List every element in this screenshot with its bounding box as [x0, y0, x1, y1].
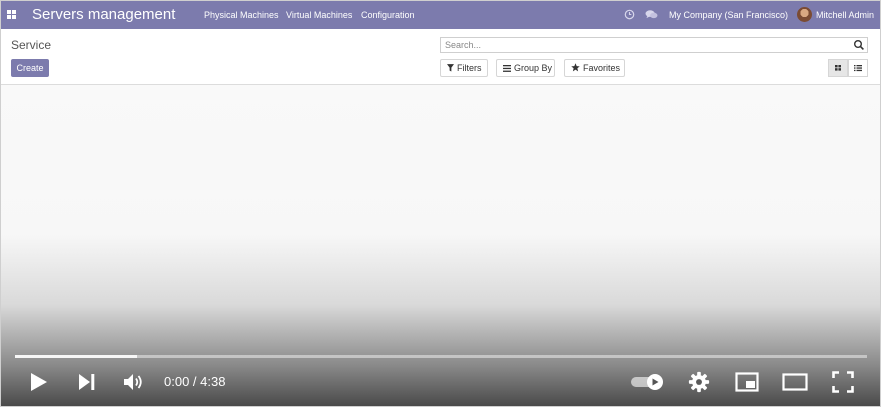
- menu-virtual-machines[interactable]: Virtual Machines: [286, 10, 352, 20]
- filter-icon: [447, 64, 454, 72]
- app-title: Servers management: [32, 6, 176, 23]
- activity-clock-icon[interactable]: [624, 9, 635, 20]
- favorites-button[interactable]: Favorites: [564, 59, 625, 77]
- kanban-grid-icon: [835, 65, 841, 71]
- video-current-time: 0:00: [164, 374, 190, 389]
- bars-icon: [503, 65, 511, 72]
- miniplayer-icon[interactable]: [735, 372, 759, 392]
- top-navbar: Servers management Physical Machines Vir…: [1, 1, 880, 29]
- fullscreen-icon[interactable]: [832, 371, 854, 393]
- settings-gear-icon[interactable]: [688, 371, 710, 393]
- filters-label: Filters: [457, 63, 482, 73]
- search-input[interactable]: [441, 38, 845, 52]
- filters-button[interactable]: Filters: [440, 59, 488, 77]
- user-menu[interactable]: Mitchell Admin: [816, 10, 874, 20]
- create-button[interactable]: Create: [11, 59, 49, 77]
- list-icon: [854, 65, 862, 72]
- list-view-button[interactable]: [848, 59, 868, 77]
- volume-icon[interactable]: [123, 372, 145, 392]
- company-switcher[interactable]: My Company (San Francisco): [669, 10, 788, 20]
- search-box: [440, 37, 868, 53]
- video-time-separator: /: [189, 374, 201, 389]
- group-by-button[interactable]: Group By: [496, 59, 555, 77]
- video-duration: 4:38: [200, 374, 226, 389]
- video-buffered-bar: [15, 355, 137, 358]
- group-by-label: Group By: [514, 63, 553, 73]
- star-icon: [571, 63, 580, 72]
- menu-configuration[interactable]: Configuration: [361, 10, 415, 20]
- app-window: Servers management Physical Machines Vir…: [0, 0, 881, 407]
- video-time-display: 0:00 / 4:38: [164, 374, 225, 389]
- autoplay-toggle-icon[interactable]: [630, 373, 666, 391]
- kanban-view-button[interactable]: [828, 59, 848, 77]
- video-player[interactable]: 0:00 / 4:38: [1, 85, 880, 406]
- search-icon[interactable]: [853, 39, 865, 51]
- control-panel: Service Create Filters Group By Favorite…: [1, 29, 880, 85]
- apps-menu-icon[interactable]: [7, 10, 16, 19]
- breadcrumb: Service: [11, 38, 52, 52]
- user-avatar[interactable]: [797, 7, 812, 22]
- favorites-label: Favorites: [583, 63, 621, 73]
- menu-physical-machines[interactable]: Physical Machines: [204, 10, 279, 20]
- video-progress-bar[interactable]: [15, 355, 867, 358]
- theater-mode-icon[interactable]: [782, 373, 808, 391]
- play-icon[interactable]: [30, 372, 48, 392]
- messages-chat-icon[interactable]: [645, 9, 658, 20]
- next-video-icon[interactable]: [78, 373, 96, 391]
